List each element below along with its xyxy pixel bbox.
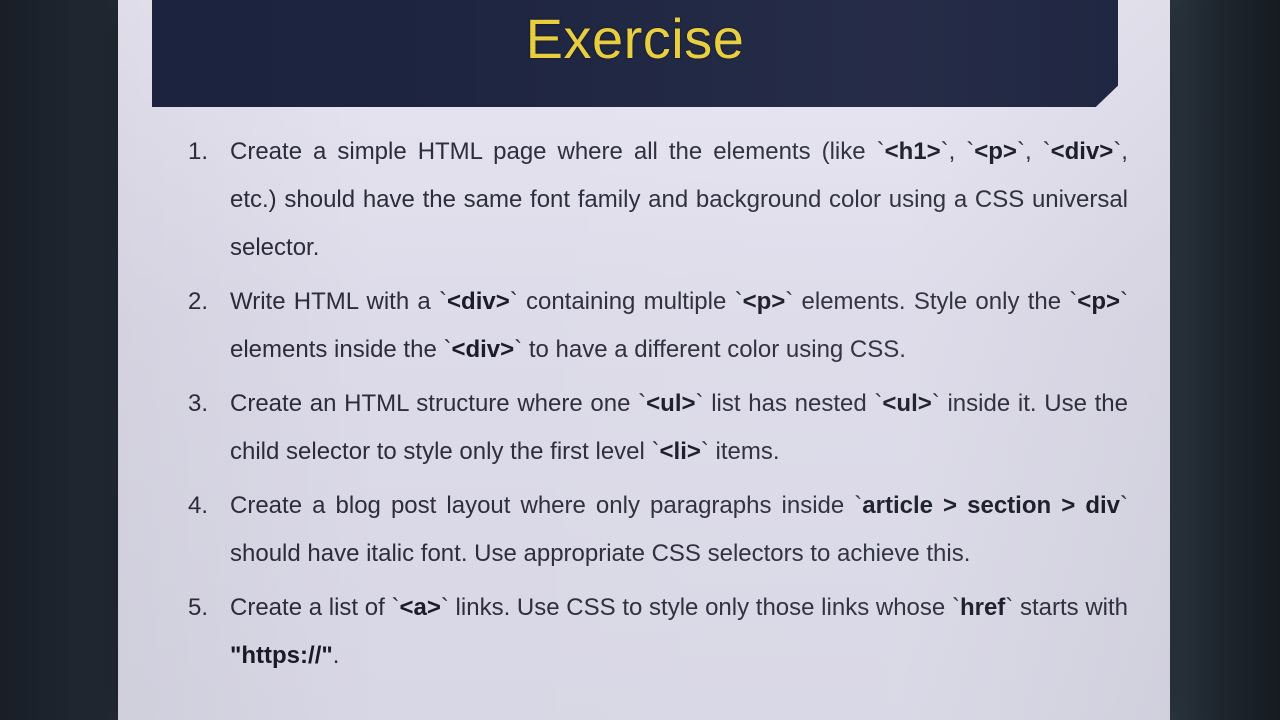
monitor-bezel-left bbox=[0, 0, 130, 720]
code-token: <p> bbox=[742, 288, 786, 315]
code-token: <div> bbox=[447, 288, 510, 315]
exercise-text-part: `, ` bbox=[1016, 138, 1051, 165]
slide-title: Exercise bbox=[525, 7, 745, 70]
code-token: <h1> bbox=[884, 138, 941, 165]
exercise-text-part: ` starts with bbox=[1005, 594, 1129, 621]
exercise-number: 2. bbox=[188, 288, 209, 315]
exercise-item: 5. Create a list of `<a>` links. Use CSS… bbox=[188, 584, 1128, 680]
exercise-number: 5. bbox=[188, 594, 209, 621]
exercise-text-part: Create a simple HTML page where all the … bbox=[230, 138, 885, 165]
exercise-text: Create an HTML structure where one `<ul>… bbox=[230, 380, 1128, 476]
slide-header: Exercise bbox=[152, 0, 1118, 107]
exercise-text-part: ` to have a different color using CSS. bbox=[514, 336, 906, 363]
code-token: <li> bbox=[659, 438, 701, 465]
exercise-number: 3. bbox=[188, 390, 209, 417]
exercise-text: Create a simple HTML page where all the … bbox=[230, 128, 1128, 272]
monitor-bezel-right bbox=[1165, 0, 1280, 720]
exercise-text-part: ` items. bbox=[700, 438, 780, 465]
exercise-text-part: Create a blog post layout where only par… bbox=[230, 492, 863, 519]
exercise-list: 1. Create a simple HTML page where all t… bbox=[188, 128, 1128, 686]
code-token: <p> bbox=[1077, 288, 1120, 315]
exercise-text: Write HTML with a `<div>` containing mul… bbox=[230, 278, 1128, 374]
exercise-text-part: ` elements. Style only the ` bbox=[785, 288, 1078, 315]
exercise-text-part: Create an HTML structure where one ` bbox=[230, 390, 647, 417]
code-token: <div> bbox=[1050, 138, 1114, 165]
code-token: "https://" bbox=[230, 642, 333, 669]
exercise-text: Create a blog post layout where only par… bbox=[230, 482, 1128, 578]
exercise-number: 1. bbox=[188, 138, 209, 165]
code-token: article > section > div bbox=[862, 492, 1120, 519]
exercise-item: 4. Create a blog post layout where only … bbox=[188, 482, 1128, 578]
exercise-text-part: ` list has nested ` bbox=[695, 390, 883, 417]
exercise-number: 4. bbox=[188, 492, 209, 519]
exercise-text: Create a list of `<a>` links. Use CSS to… bbox=[230, 584, 1128, 680]
code-token: <ul> bbox=[882, 390, 932, 417]
exercise-item: 1. Create a simple HTML page where all t… bbox=[188, 128, 1128, 272]
exercise-text-part: ` containing multiple ` bbox=[509, 288, 743, 315]
code-token: href bbox=[959, 594, 1006, 621]
code-token: <div> bbox=[451, 336, 515, 363]
code-token: <a> bbox=[399, 594, 441, 621]
exercise-text-part: Create a list of ` bbox=[230, 594, 400, 621]
exercise-text-part: Write HTML with a ` bbox=[230, 288, 448, 315]
slide: Exercise 1. Create a simple HTML page wh… bbox=[118, 0, 1170, 720]
exercise-item: 2. Write HTML with a `<div>` containing … bbox=[188, 278, 1128, 374]
exercise-item: 3. Create an HTML structure where one `<… bbox=[188, 380, 1128, 476]
exercise-text-part: ` links. Use CSS to style only those lin… bbox=[440, 594, 960, 621]
code-token: <ul> bbox=[646, 390, 696, 417]
exercise-text-part: `, ` bbox=[940, 138, 975, 165]
exercise-text-part: . bbox=[332, 642, 340, 669]
code-token: <p> bbox=[974, 138, 1017, 165]
